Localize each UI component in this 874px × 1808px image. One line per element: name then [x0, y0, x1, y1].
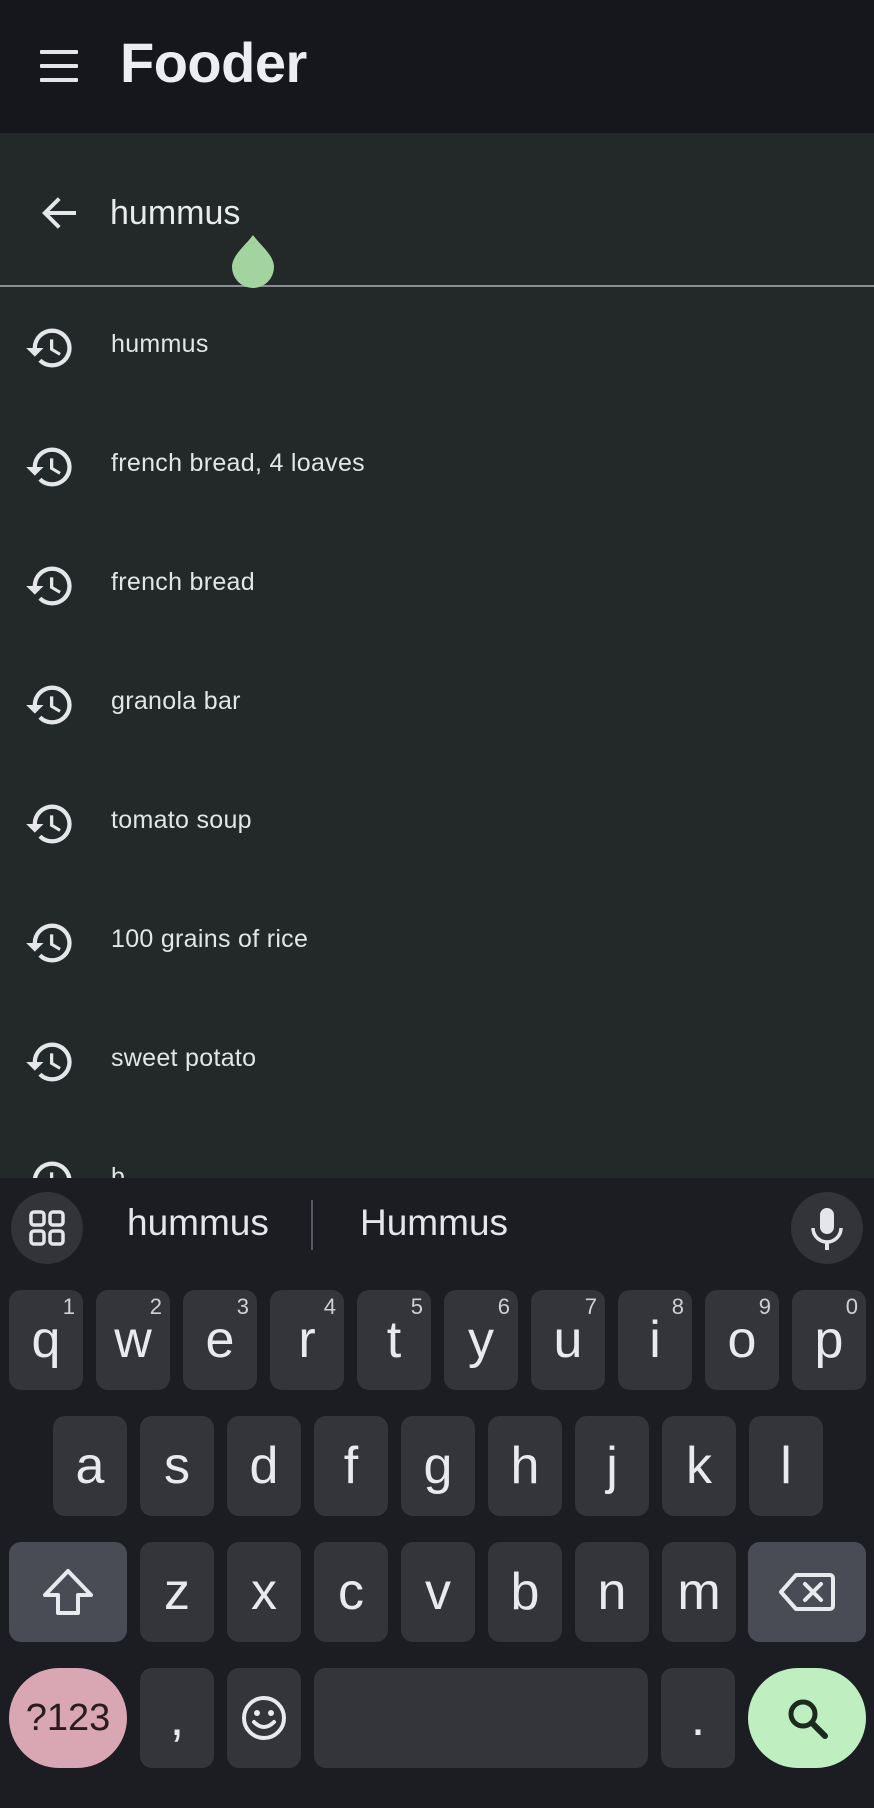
keyboard-apps-icon[interactable]: [11, 1192, 83, 1264]
suggestion-2[interactable]: Hummus: [360, 1202, 508, 1244]
key-k[interactable]: k: [662, 1416, 736, 1516]
history-item[interactable]: 100 grains of rice: [0, 883, 874, 1002]
emoji-icon: [242, 1696, 286, 1740]
suggestion-1[interactable]: hummus: [127, 1202, 269, 1244]
symbols-key[interactable]: ?123: [9, 1668, 127, 1768]
hamburger-menu-icon[interactable]: [36, 46, 82, 86]
history-icon: [26, 804, 72, 844]
key-v[interactable]: v: [401, 1542, 475, 1642]
key-p[interactable]: p0: [792, 1290, 866, 1390]
key-c[interactable]: c: [314, 1542, 388, 1642]
key-b[interactable]: b: [488, 1542, 562, 1642]
key-d[interactable]: d: [227, 1416, 301, 1516]
suggestion-divider: [311, 1200, 313, 1250]
history-icon: [26, 447, 72, 487]
key-y[interactable]: y6: [444, 1290, 518, 1390]
key-q[interactable]: q1: [9, 1290, 83, 1390]
history-icon: [26, 566, 72, 606]
arrow-back-icon[interactable]: [36, 189, 84, 237]
key-l[interactable]: l: [749, 1416, 823, 1516]
emoji-key[interactable]: [227, 1668, 301, 1768]
key-h[interactable]: h: [488, 1416, 562, 1516]
history-item[interactable]: granola bar: [0, 645, 874, 764]
key-x[interactable]: x: [227, 1542, 301, 1642]
history-item-label: french bread, 4 loaves: [111, 449, 365, 477]
search-history-list: hummus french bread, 4 loaves french bre…: [0, 288, 874, 1178]
backspace-icon: [779, 1573, 835, 1611]
key-i[interactable]: i8: [618, 1290, 692, 1390]
key-m[interactable]: m: [662, 1542, 736, 1642]
app-title: Fooder: [120, 31, 307, 94]
search-enter-key[interactable]: [748, 1668, 866, 1768]
key-r[interactable]: r4: [270, 1290, 344, 1390]
history-item[interactable]: sweet potato: [0, 1002, 874, 1121]
key-u[interactable]: u7: [531, 1290, 605, 1390]
history-icon: [32, 1161, 72, 1178]
history-item[interactable]: tomato soup: [0, 764, 874, 883]
backspace-key[interactable]: [748, 1542, 866, 1642]
shift-key[interactable]: [9, 1542, 127, 1642]
period-key[interactable]: .: [661, 1668, 735, 1768]
key-t[interactable]: t5: [357, 1290, 431, 1390]
history-item[interactable]: b: [0, 1121, 874, 1178]
key-a[interactable]: a: [53, 1416, 127, 1516]
key-e[interactable]: e3: [183, 1290, 257, 1390]
space-key[interactable]: [314, 1668, 648, 1768]
key-w[interactable]: w2: [96, 1290, 170, 1390]
comma-key[interactable]: ,: [140, 1668, 214, 1768]
key-g[interactable]: g: [401, 1416, 475, 1516]
key-o[interactable]: o9: [705, 1290, 779, 1390]
search-bar: [0, 133, 874, 289]
app-bar: Fooder: [0, 0, 874, 133]
search-panel: hummus french bread, 4 loaves french bre…: [0, 133, 874, 1178]
history-icon: [26, 685, 72, 725]
history-item[interactable]: hummus: [0, 288, 874, 407]
key-z[interactable]: z: [140, 1542, 214, 1642]
key-n[interactable]: n: [575, 1542, 649, 1642]
key-f[interactable]: f: [314, 1416, 388, 1516]
key-s[interactable]: s: [140, 1416, 214, 1516]
history-item-label: tomato soup: [111, 806, 252, 834]
history-item-label: 100 grains of rice: [111, 925, 309, 953]
history-item[interactable]: french bread: [0, 526, 874, 645]
history-icon: [26, 328, 72, 368]
search-input[interactable]: [110, 185, 810, 241]
history-item-label: hummus: [111, 330, 209, 358]
text-cursor-handle[interactable]: [230, 233, 276, 289]
history-item[interactable]: french bread, 4 loaves: [0, 407, 874, 526]
key-j[interactable]: j: [575, 1416, 649, 1516]
history-icon: [26, 1042, 72, 1082]
search-icon: [788, 1699, 828, 1739]
history-item-label: french bread: [111, 568, 255, 596]
history-item-label: granola bar: [111, 687, 241, 715]
history-item-label: sweet potato: [111, 1044, 257, 1072]
shift-arrow-icon: [43, 1569, 93, 1615]
microphone-icon[interactable]: [791, 1192, 863, 1264]
history-item-label: b: [111, 1163, 126, 1178]
on-screen-keyboard: hummus Hummus q1 w2 e3 r4 t5 y6 u7 i8 o9…: [0, 1178, 874, 1808]
history-icon: [26, 923, 72, 963]
